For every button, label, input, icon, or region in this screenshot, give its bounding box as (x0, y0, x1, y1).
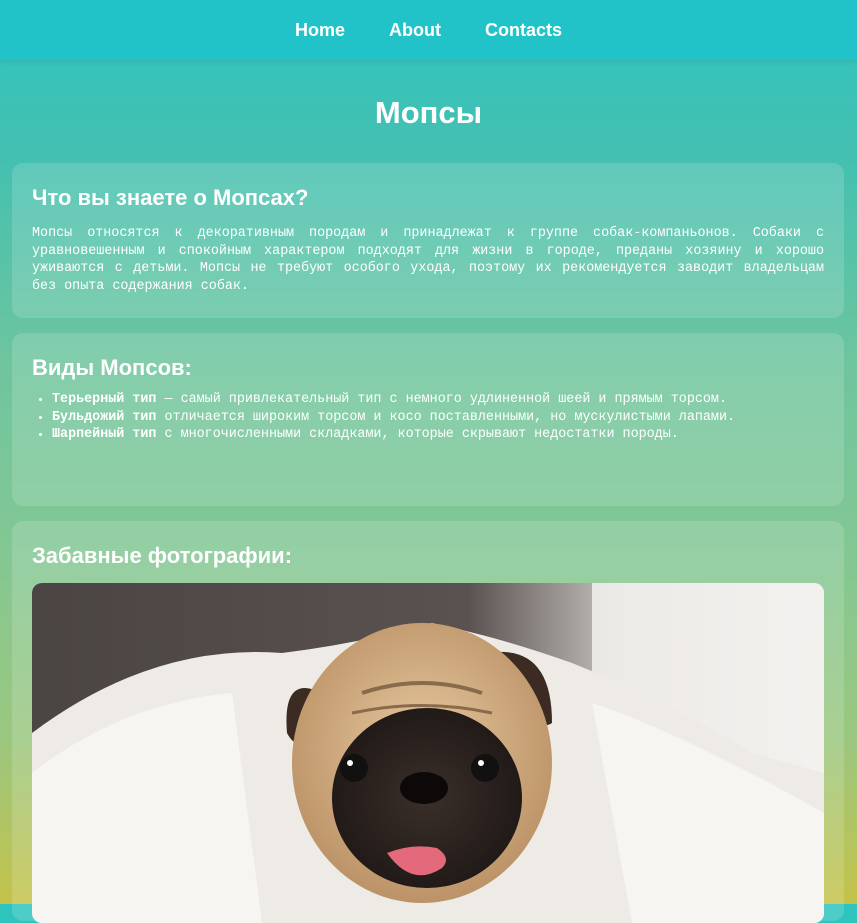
type-name: Терьерный тип (52, 392, 157, 407)
type-description: отличается широким торсом и косо поставл… (156, 409, 736, 425)
type-description: с многочисленными складками, которые скр… (156, 427, 679, 443)
about-heading: Что вы знаете о Мопсах? (32, 185, 309, 210)
list-item: Шарпейный тип с многочисленными складкам… (52, 426, 824, 444)
types-card: Виды Мопсов: Терьерный тип — самый привл… (12, 333, 844, 506)
type-name: Шарпейный тип (52, 427, 157, 443)
type-description: — самый привлекательный тип с немного уд… (156, 392, 728, 407)
type-name: Бульдожий тип (52, 409, 157, 425)
list-item: Терьерный тип — самый привлекательный ти… (52, 391, 824, 409)
photos-heading: Забавные фотографии: (32, 543, 293, 568)
nav-link-about[interactable]: About (389, 20, 441, 41)
types-heading: Виды Мопсов: (32, 355, 192, 380)
list-item: Бульдожий тип отличается широким торсом … (52, 409, 824, 427)
page-title: Мопсы (374, 95, 483, 130)
nav-link-home[interactable]: Home (295, 20, 345, 41)
about-card: Что вы знаете о Мопсах? Мопсы относятся … (12, 163, 844, 318)
types-list: Терьерный тип — самый привлекательный ти… (32, 391, 824, 444)
nav-link-contacts[interactable]: Contacts (485, 20, 562, 41)
navbar: Home About Contacts (0, 0, 857, 60)
about-text: Мопсы относятся к декоративным породам и… (32, 226, 824, 294)
photos-card: Забавные фотографии: (12, 521, 844, 923)
pug-photo (32, 583, 824, 923)
